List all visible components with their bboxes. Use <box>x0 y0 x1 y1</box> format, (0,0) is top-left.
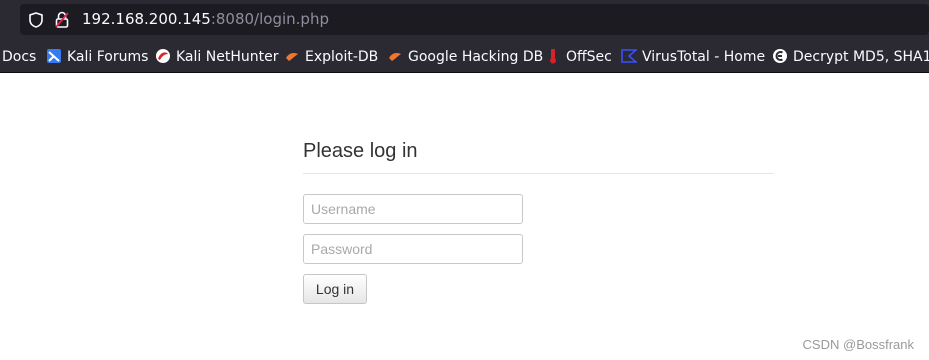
username-input[interactable] <box>303 194 523 224</box>
url-text[interactable]: 192.168.200.145:8080/login.php <box>82 11 329 28</box>
title-divider <box>303 173 774 174</box>
bookmark-label: VirusTotal - Home <box>642 49 766 65</box>
url-host: 192.168.200.145 <box>82 10 211 28</box>
bookmark-decrypt-md5[interactable]: Decrypt MD5, SHA1, I <box>772 47 929 67</box>
bookmark-label: Google Hacking DB <box>408 49 544 65</box>
decrypt-icon <box>773 49 787 63</box>
bookmark-label: Kali NetHunter <box>176 49 279 65</box>
bookmark-label: OffSec <box>566 49 612 65</box>
bookmark-label: Exploit-DB <box>305 49 379 65</box>
kali-forums-icon <box>47 49 61 63</box>
bookmark-label: Docs <box>2 49 37 65</box>
tracking-protection-shield-icon[interactable] <box>29 12 43 28</box>
virustotal-icon <box>621 49 637 63</box>
page-title: Please log in <box>303 140 418 162</box>
offsec-icon <box>550 49 556 64</box>
bookmark-kali-nethunter[interactable]: Kali NetHunter <box>155 47 278 67</box>
google-hacking-db-icon <box>389 53 401 61</box>
bookmark-exploit-db[interactable]: Exploit-DB <box>284 47 378 67</box>
bookmark-label: Kali Forums <box>67 49 149 65</box>
browser-toolbar: 192.168.200.145:8080/login.php <box>0 0 929 42</box>
bookmarks-toolbar: Docs Kali Forums Kali NetHunter Exploit-… <box>0 42 929 73</box>
password-input[interactable] <box>303 234 523 264</box>
bookmark-label: Decrypt MD5, SHA1, I <box>793 49 929 65</box>
watermark: CSDN @Bossfrank <box>802 337 914 352</box>
bookmark-kali-forums[interactable]: Kali Forums <box>46 47 148 67</box>
insecure-lock-icon[interactable] <box>55 11 69 28</box>
bookmark-google-hacking-db[interactable]: Google Hacking DB <box>387 47 543 67</box>
url-bar[interactable]: 192.168.200.145:8080/login.php <box>20 4 929 35</box>
kali-nethunter-icon <box>156 49 170 63</box>
exploit-db-icon <box>286 53 298 61</box>
url-path: :8080/login.php <box>210 10 329 28</box>
bookmark-offsec[interactable]: OffSec <box>545 47 612 67</box>
bookmark-virustotal[interactable]: VirusTotal - Home <box>621 47 765 67</box>
bookmark-docs[interactable]: Docs <box>2 47 36 67</box>
login-button[interactable]: Log in <box>303 274 367 304</box>
